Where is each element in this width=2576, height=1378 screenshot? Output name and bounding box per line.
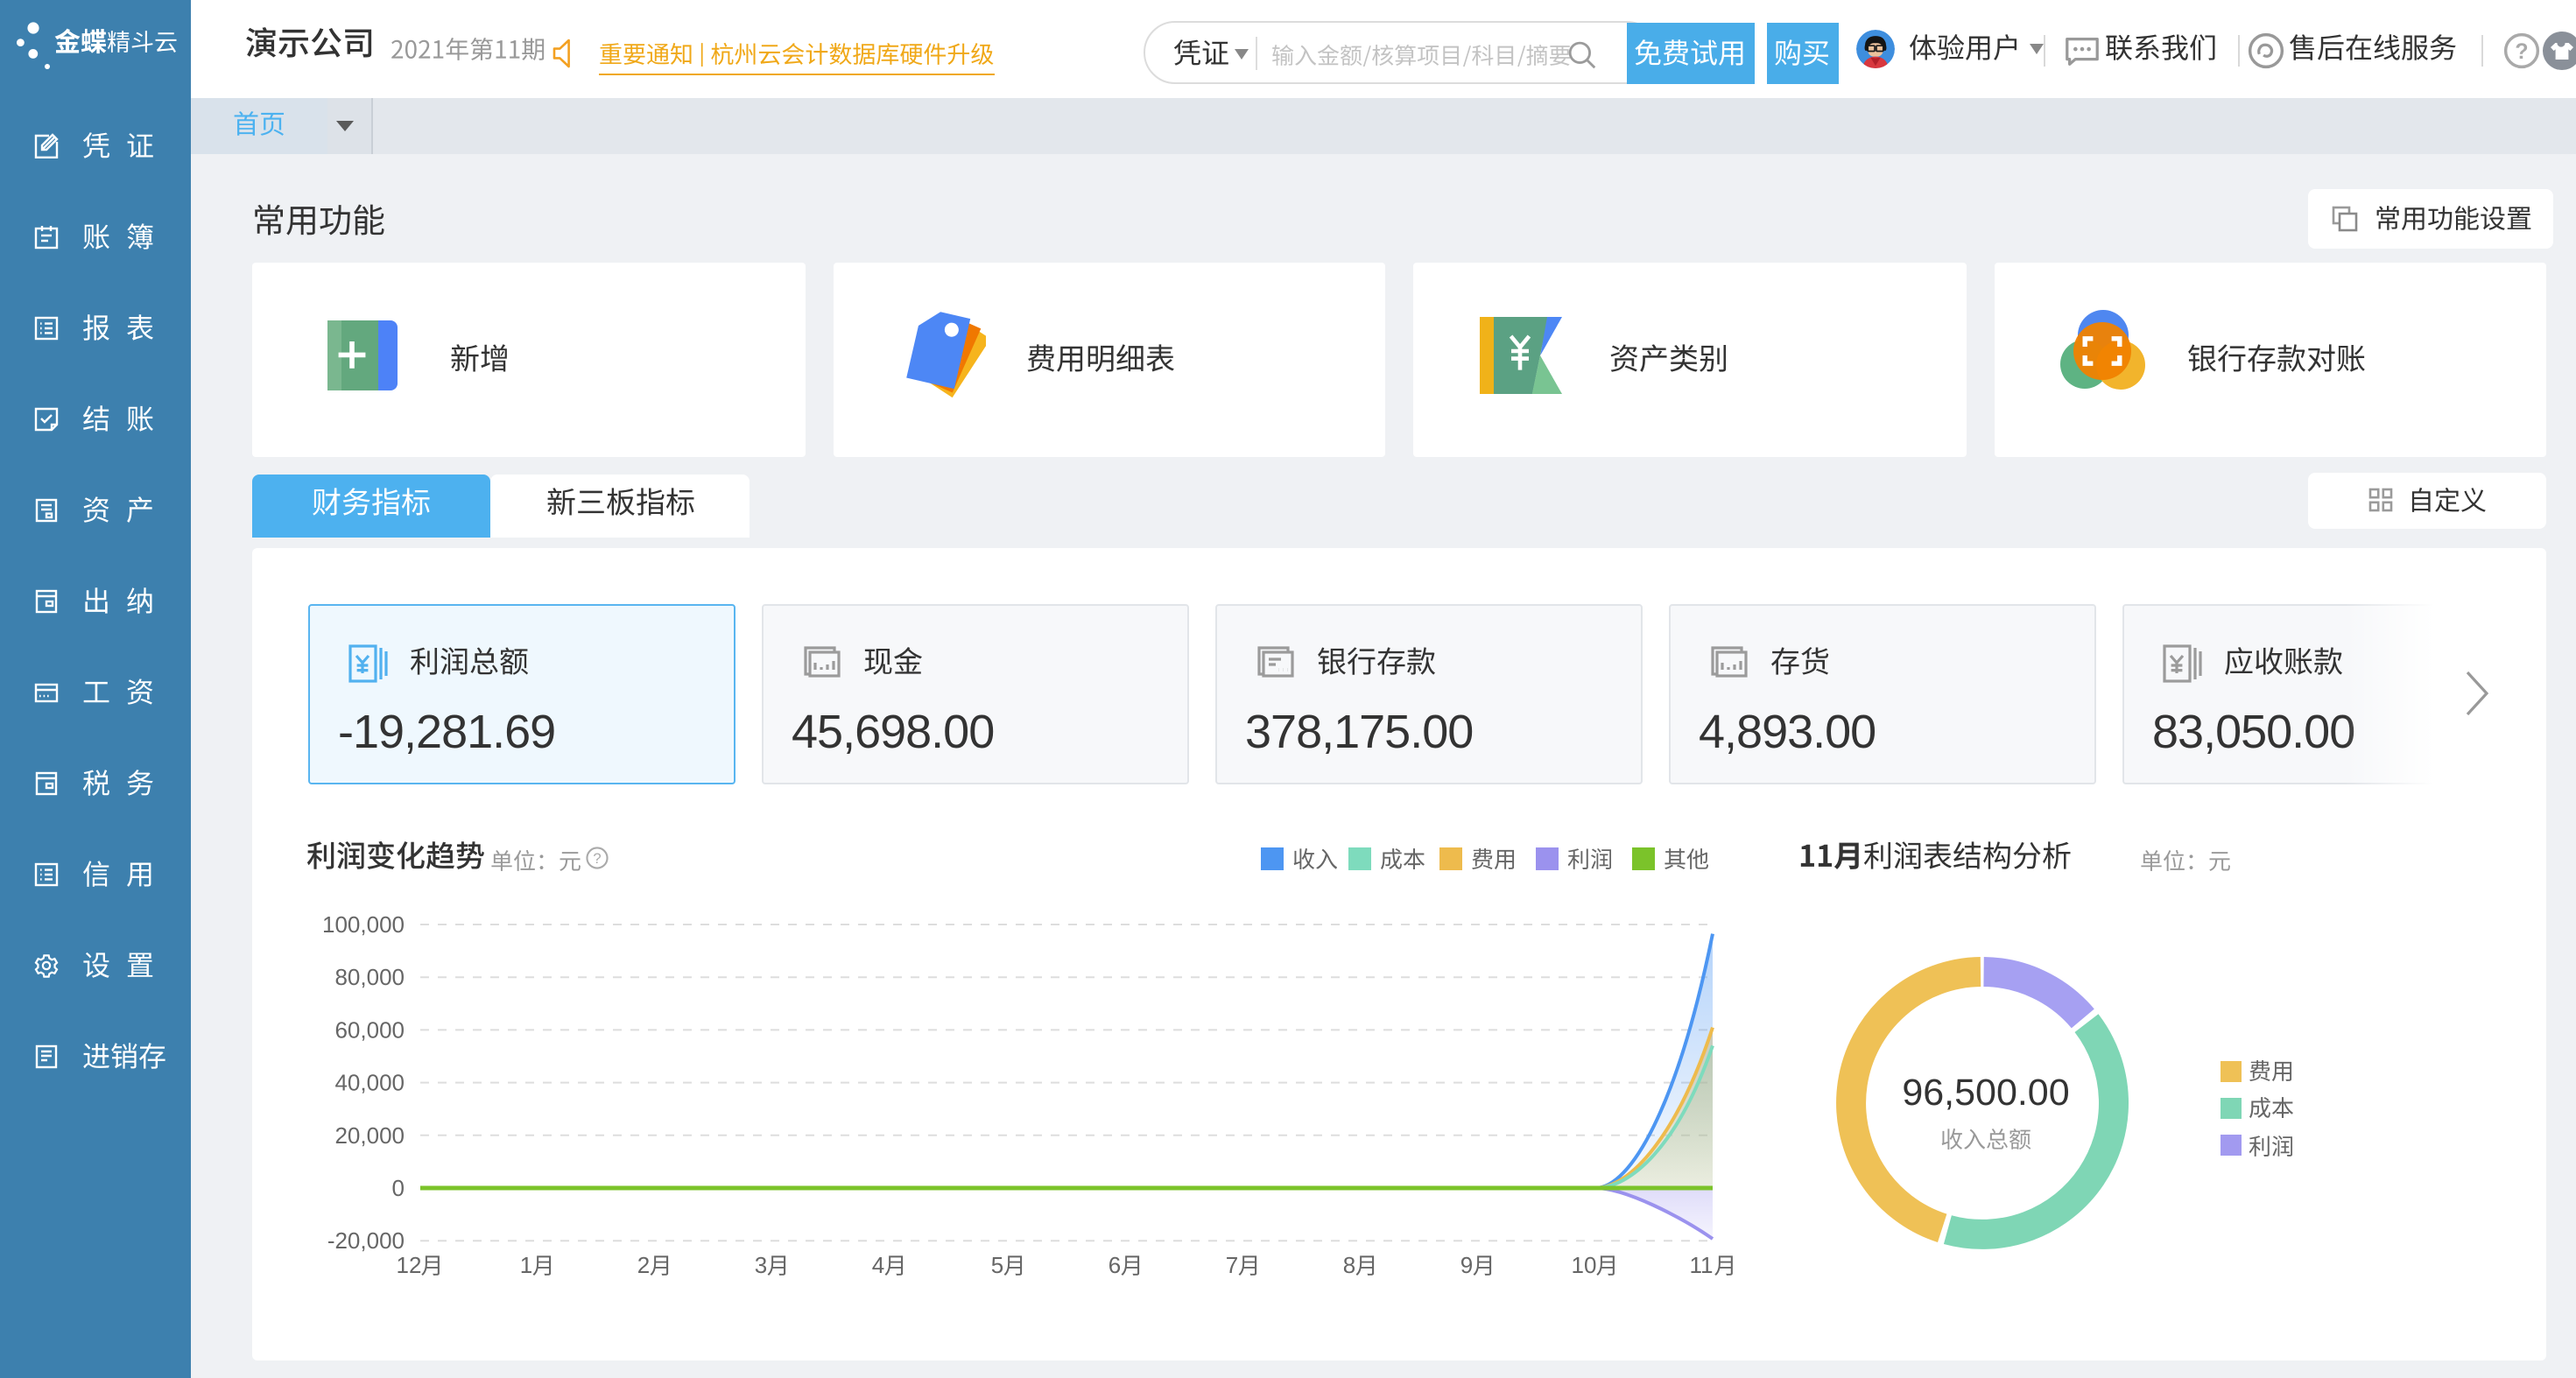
svg-text:?: ? (2514, 39, 2527, 64)
svg-text:80,000: 80,000 (334, 964, 405, 990)
svg-text:40,000: 40,000 (334, 1070, 405, 1096)
svg-text:-20,000: -20,000 (327, 1227, 405, 1254)
svg-text:?: ? (593, 850, 601, 867)
svg-text:0: 0 (392, 1175, 405, 1201)
svg-text:100,000: 100,000 (322, 911, 405, 938)
svg-text:20,000: 20,000 (334, 1122, 405, 1149)
svg-text:60,000: 60,000 (334, 1016, 405, 1043)
